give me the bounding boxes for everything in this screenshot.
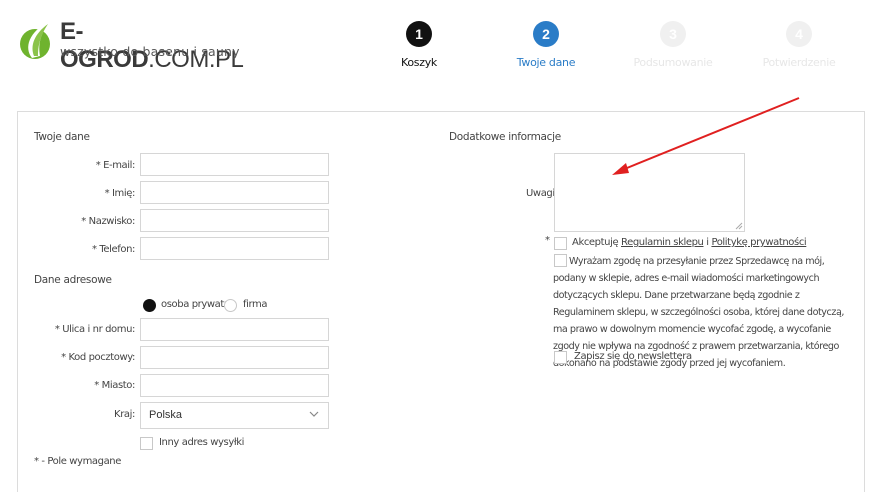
step-number: 1 — [406, 21, 432, 47]
step-summary: 3 Podsumowanie — [623, 21, 723, 69]
leaf-logo-icon — [20, 20, 51, 59]
required-fields-note: * - Pole wymagane — [34, 456, 121, 467]
firstname-field[interactable] — [140, 181, 329, 204]
country-label: Kraj: — [114, 409, 135, 420]
city-field[interactable] — [140, 374, 329, 397]
section-heading-extra: Dodatkowe informacje — [449, 131, 561, 143]
step-your-data[interactable]: 2 Twoje dane — [496, 21, 596, 69]
step-number: 2 — [533, 21, 559, 47]
accept-terms-checkbox[interactable] — [554, 237, 567, 250]
newsletter-checkbox[interactable] — [554, 351, 567, 364]
lastname-field[interactable] — [140, 209, 329, 232]
phone-label: * Telefon: — [91, 244, 135, 255]
phone-field[interactable] — [140, 237, 329, 260]
other-address-checkbox[interactable] — [140, 437, 153, 450]
step-number: 4 — [786, 21, 812, 47]
firstname-label: * Imię: — [104, 188, 136, 199]
radio-company-label: firma — [243, 299, 268, 310]
postcode-label: * Kod pocztowy: — [61, 352, 135, 363]
email-label: * E-mail: — [95, 160, 136, 171]
postcode-field[interactable] — [140, 346, 329, 369]
terms-link[interactable]: Regulamin sklepu — [621, 237, 704, 248]
section-heading-address: Dane adresowe — [34, 274, 112, 286]
newsletter-label: Zapisz się do newslettera — [574, 351, 692, 362]
country-select[interactable]: Polska — [140, 402, 329, 429]
privacy-policy-link[interactable]: Politykę prywatności — [711, 237, 806, 248]
store-logo[interactable]: E-OGROD.COM.PL wszystko do basenu i saun… — [18, 18, 258, 73]
notes-textarea[interactable] — [554, 153, 745, 232]
logo-subtitle: wszystko do basenu i sauny — [60, 44, 240, 59]
step-confirmation: 4 Potwierdzenie — [749, 21, 849, 69]
lastname-label: * Nazwisko: — [81, 216, 135, 227]
street-label: * Ulica i nr domu: — [54, 324, 136, 335]
city-label: * Miasto: — [94, 380, 135, 391]
section-heading-personal: Twoje dane — [34, 131, 90, 143]
radio-company[interactable] — [224, 299, 237, 312]
accept-terms-label: Akceptuję Regulamin sklepu i Politykę pr… — [572, 237, 807, 248]
step-label: Potwierdzenie — [762, 56, 836, 69]
other-address-label: Inny adres wysyłki — [159, 437, 245, 448]
country-select-value: Polska — [149, 409, 183, 421]
step-label: Podsumowanie — [633, 56, 713, 69]
step-label: Twoje dane — [516, 56, 576, 69]
step-cart[interactable]: 1 Koszyk — [369, 21, 469, 69]
email-field[interactable] — [140, 153, 329, 176]
resize-handle-icon[interactable] — [735, 222, 743, 230]
notes-label: Uwagi — [526, 188, 555, 199]
radio-private-person[interactable] — [143, 299, 156, 312]
step-number: 3 — [660, 21, 686, 47]
street-field[interactable] — [140, 318, 329, 341]
chevron-down-icon — [309, 411, 319, 417]
step-label: Koszyk — [401, 56, 437, 69]
required-star: * — [545, 235, 550, 246]
